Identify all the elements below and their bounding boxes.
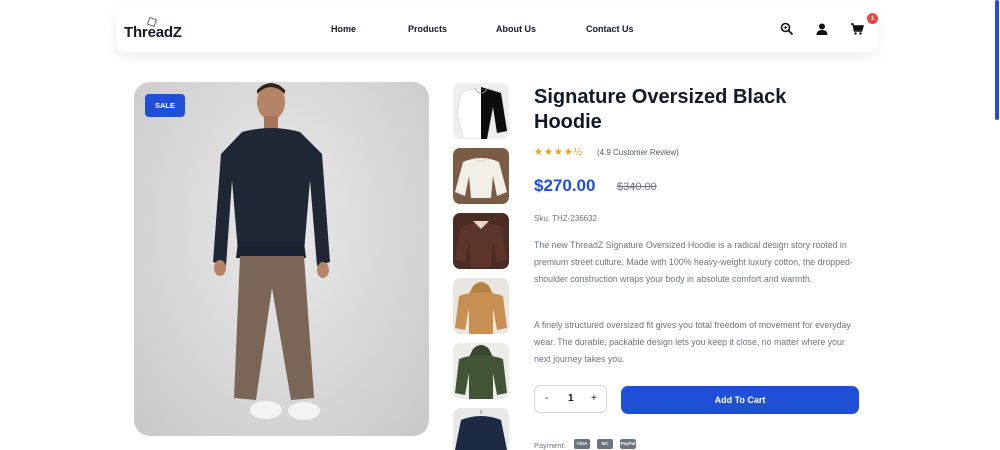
hoodie-thumb-bw (456, 87, 508, 139)
search-icon[interactable] (780, 22, 794, 36)
review-count[interactable]: (4.9 Customer Review) (597, 148, 679, 157)
sku-text: Sku: THZ-236632 (534, 214, 597, 223)
thumbnail-1[interactable] (453, 83, 509, 139)
thumbnail-3[interactable] (453, 213, 509, 269)
original-price: $340.00 (617, 181, 657, 193)
payment-label: Payment: (534, 441, 566, 450)
paypal-icon: PayPal (620, 439, 636, 449)
current-price: $270.00 (534, 176, 596, 195)
qty-increase-button[interactable]: + (591, 393, 597, 404)
add-to-cart-button[interactable]: Add To Cart (621, 386, 859, 414)
nav-home[interactable]: Home (331, 24, 356, 34)
hoodie-thumb-tan (455, 282, 507, 334)
cart-count-badge: 1 (867, 13, 878, 24)
model-figure (213, 83, 330, 420)
description-paragraph-2: A finely structured oversized fit gives … (534, 320, 851, 364)
thumbnail-4[interactable] (453, 278, 509, 334)
site-header: ThreadZ Home Products About Us Contact U… (116, 6, 878, 52)
qty-value[interactable]: 1 (568, 393, 574, 404)
sweater-thumb-brown (455, 221, 507, 267)
product-title: Signature Oversized Black Hoodie (534, 86, 787, 133)
thumbnail-2[interactable] (453, 148, 509, 204)
page-scrollbar[interactable] (995, 0, 999, 120)
user-icon[interactable] (815, 22, 829, 36)
mastercard-icon: MC (597, 439, 613, 449)
hoodie-thumb-green (455, 345, 507, 399)
rating-stars: ★★★★½ (534, 147, 584, 158)
qty-decrease-button[interactable]: - (545, 393, 548, 404)
sweater-thumb-navy (455, 410, 507, 450)
product-main-image[interactable] (134, 82, 429, 436)
sale-badge: SALE (145, 94, 185, 117)
thumbnail-5[interactable] (453, 343, 509, 399)
cart-icon[interactable] (850, 22, 864, 36)
sweater-thumb-cream (455, 157, 507, 198)
nav-contact-us[interactable]: Contact Us (586, 24, 634, 34)
nav-about-us[interactable]: About Us (496, 24, 536, 34)
quantity-stepper: - 1 + (534, 385, 607, 413)
nav-products[interactable]: Products (408, 24, 447, 34)
description-paragraph-1: The new ThreadZ Signature Oversized Hood… (534, 240, 853, 284)
thumbnail-6[interactable] (453, 408, 509, 450)
visa-icon: VISA (574, 439, 590, 449)
